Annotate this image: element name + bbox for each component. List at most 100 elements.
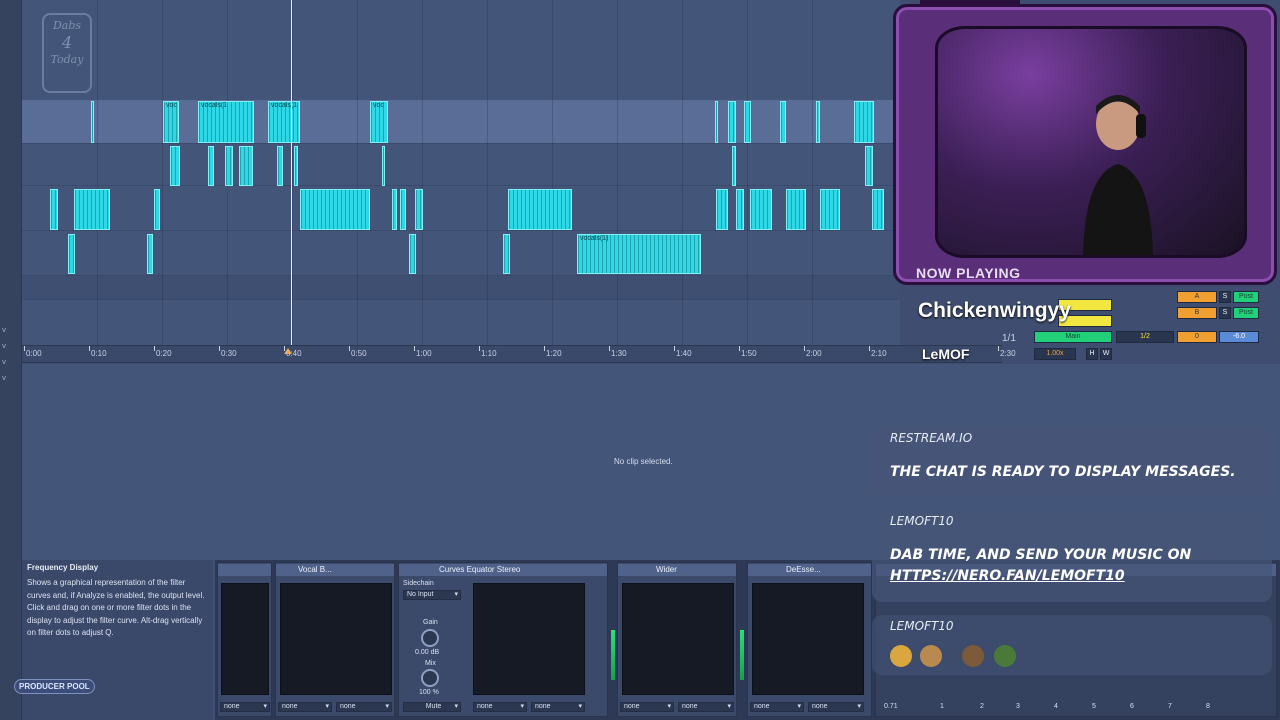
input-dropdown[interactable]: No Input: [403, 590, 461, 600]
audio-clip[interactable]: [68, 234, 75, 274]
audio-clip[interactable]: [300, 189, 370, 230]
audio-clip[interactable]: [154, 189, 160, 230]
audio-clip[interactable]: [208, 146, 214, 186]
gain-knob[interactable]: [421, 629, 439, 647]
master-track[interactable]: Main: [1034, 331, 1112, 343]
audio-clip[interactable]: [392, 189, 397, 230]
dropdown[interactable]: none: [278, 702, 332, 712]
audio-clip[interactable]: [820, 189, 840, 230]
ruler-tick: 0:10: [89, 346, 107, 358]
send-a[interactable]: A: [1177, 291, 1217, 303]
device-deesser[interactable]: DeEsse... none none: [747, 562, 872, 717]
chat-message: LEMOFT10: [872, 615, 1272, 675]
device-title-bar[interactable]: Curves Equator Stereo: [399, 564, 607, 576]
solo-button[interactable]: S: [1219, 307, 1231, 319]
audio-clip[interactable]: [750, 189, 772, 230]
dropdown[interactable]: none: [220, 702, 270, 712]
mix-knob[interactable]: [421, 669, 439, 687]
eq-display[interactable]: [473, 583, 585, 695]
audio-clip[interactable]: [294, 146, 298, 186]
webcam-feed: [935, 26, 1247, 258]
audio-clip[interactable]: [415, 189, 423, 230]
device-title-bar[interactable]: DeEsse...: [748, 564, 871, 576]
audio-clip[interactable]: [382, 146, 385, 186]
device-title-bar[interactable]: [218, 564, 271, 576]
ableton-stream-screen: v v v v voc vocals(1 vocals(1 voc vocals…: [0, 0, 1280, 720]
device-panel[interactable]: none: [217, 562, 272, 717]
send-value[interactable]: 0: [1177, 331, 1217, 343]
dropdown[interactable]: none: [808, 702, 864, 712]
audio-clip[interactable]: [170, 146, 180, 186]
dropdown[interactable]: none: [531, 702, 585, 712]
audio-clip[interactable]: [50, 189, 58, 230]
track-lane[interactable]: [22, 276, 900, 300]
clip-label: voc: [166, 102, 177, 109]
audio-clip[interactable]: [716, 189, 728, 230]
arrangement-view[interactable]: voc vocals(1 vocals(1 voc vocals(1) Dabs…: [22, 0, 900, 345]
dropdown[interactable]: none: [473, 702, 527, 712]
dropdown[interactable]: none: [678, 702, 734, 712]
audio-clip[interactable]: [732, 146, 736, 186]
ruler-tick: 0:20: [154, 346, 172, 358]
audio-clip[interactable]: vocals(1: [198, 101, 254, 143]
w-button[interactable]: W: [1100, 348, 1112, 360]
solo-button[interactable]: S: [1219, 291, 1231, 303]
device-wider[interactable]: Wider none none: [617, 562, 737, 717]
audio-clip[interactable]: voc: [370, 101, 388, 143]
track-lane[interactable]: [22, 144, 900, 186]
band-number: 4: [1054, 703, 1058, 710]
send-b[interactable]: B: [1177, 307, 1217, 319]
audio-clip[interactable]: [239, 146, 253, 186]
audio-clip[interactable]: [409, 234, 416, 274]
dropdown[interactable]: none: [620, 702, 674, 712]
audio-clip[interactable]: [728, 101, 736, 143]
now-playing-artist: LeMOF: [922, 346, 970, 362]
device-display[interactable]: [752, 583, 864, 695]
audio-clip[interactable]: voc: [163, 101, 179, 143]
track-lane[interactable]: [22, 231, 900, 276]
audio-clip[interactable]: vocals(1: [268, 101, 300, 143]
audio-clip[interactable]: [715, 101, 718, 143]
device-display[interactable]: [221, 583, 269, 695]
post-button[interactable]: Post: [1233, 291, 1259, 303]
audio-clip[interactable]: [74, 189, 110, 230]
playhead[interactable]: [291, 0, 292, 345]
device-title-bar[interactable]: Wider: [618, 564, 736, 576]
audio-clip[interactable]: [780, 101, 786, 143]
audio-clip[interactable]: vocals(1): [577, 234, 701, 274]
dropdown[interactable]: none: [336, 702, 392, 712]
audio-clip[interactable]: [503, 234, 510, 274]
device-vocal-bus[interactable]: Vocal B... none none: [275, 562, 395, 717]
audio-clip[interactable]: [147, 234, 153, 274]
audio-clip[interactable]: [816, 101, 820, 143]
track-lane-vocals[interactable]: [22, 100, 900, 144]
h-button[interactable]: H: [1086, 348, 1098, 360]
mute-button[interactable]: Mute: [403, 702, 461, 712]
audio-clip[interactable]: [91, 101, 94, 143]
device-display[interactable]: [622, 583, 734, 695]
audio-clip[interactable]: [872, 189, 884, 230]
chat-link[interactable]: HTTPS://NERO.FAN/LEMOFT10: [890, 568, 1125, 584]
dropdown[interactable]: none: [750, 702, 804, 712]
chat-text: DAB TIME, AND SEND YOUR MUSIC ON: [890, 547, 1192, 563]
audio-clip[interactable]: [865, 146, 873, 186]
audio-clip[interactable]: [508, 189, 572, 230]
post-button[interactable]: Post: [1233, 307, 1259, 319]
audio-clip[interactable]: [854, 101, 874, 143]
device-title-bar[interactable]: Vocal B...: [276, 564, 394, 576]
chat-message: RESTREAM.IO THE CHAT IS READY TO DISPLAY…: [872, 427, 1272, 497]
quantize-dropdown[interactable]: 1/2: [1116, 331, 1174, 343]
mixer-section[interactable]: Main 1.00x 1/2 A B 0 S Post S Post -6.0 …: [1000, 285, 1280, 365]
emote-icon: [994, 645, 1016, 667]
audio-clip[interactable]: [786, 189, 806, 230]
audio-clip[interactable]: [277, 146, 283, 186]
time-ruler[interactable]: 0:00 0:10 0:20 0:30 0:40 0:50 1:00 1:10 …: [22, 345, 1016, 363]
audio-clip[interactable]: [744, 101, 751, 143]
volume-display[interactable]: -6.0: [1219, 331, 1259, 343]
device-display[interactable]: [280, 583, 392, 695]
audio-clip[interactable]: [400, 189, 406, 230]
audio-clip[interactable]: [225, 146, 233, 186]
tempo-display[interactable]: 1.00x: [1034, 348, 1076, 360]
audio-clip[interactable]: [736, 189, 744, 230]
device-curves-equator[interactable]: Curves Equator Stereo Sidechain No Input…: [398, 562, 608, 717]
